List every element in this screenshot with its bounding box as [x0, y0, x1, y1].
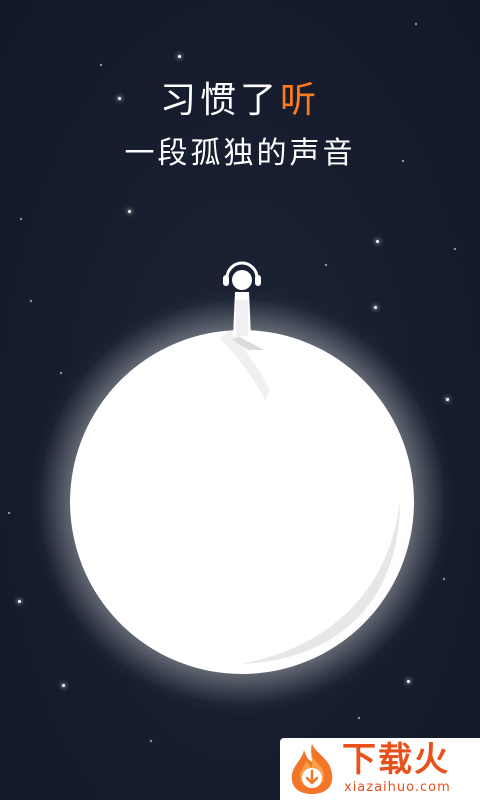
headline-main-text: 习惯了: [159, 80, 280, 121]
splash-headline: 习惯了听: [0, 78, 480, 124]
star: [150, 740, 152, 742]
star: [446, 398, 449, 401]
star: [30, 300, 32, 302]
watermark-brand-url: xiazaihuo.com: [344, 780, 451, 795]
star: [18, 600, 21, 603]
star: [454, 248, 456, 250]
star: [128, 210, 131, 213]
star: [62, 684, 65, 687]
star: [374, 306, 377, 309]
star: [376, 240, 379, 243]
watermark-brand-name: 下载火: [342, 740, 450, 780]
planet: [70, 330, 414, 674]
star: [407, 680, 410, 683]
splash-screen: 习惯了听 一段孤独的声音 下载火 xiazaihuo.com: [0, 0, 480, 800]
star: [20, 218, 22, 220]
star: [8, 512, 10, 514]
star: [415, 23, 417, 25]
star: [443, 578, 445, 580]
splash-subline: 一段孤独的声音: [124, 136, 356, 171]
person-with-headphones-icon: [223, 261, 264, 350]
watermark-logo: 下载火 xiazaihuo.com: [280, 738, 480, 800]
planet-shading: [220, 330, 400, 664]
star: [100, 64, 102, 66]
star: [60, 372, 62, 374]
headline-accent-text: 听: [280, 80, 321, 121]
fire-download-logo-icon: [291, 744, 333, 794]
star: [325, 264, 327, 266]
star: [178, 55, 181, 58]
star: [358, 717, 360, 719]
